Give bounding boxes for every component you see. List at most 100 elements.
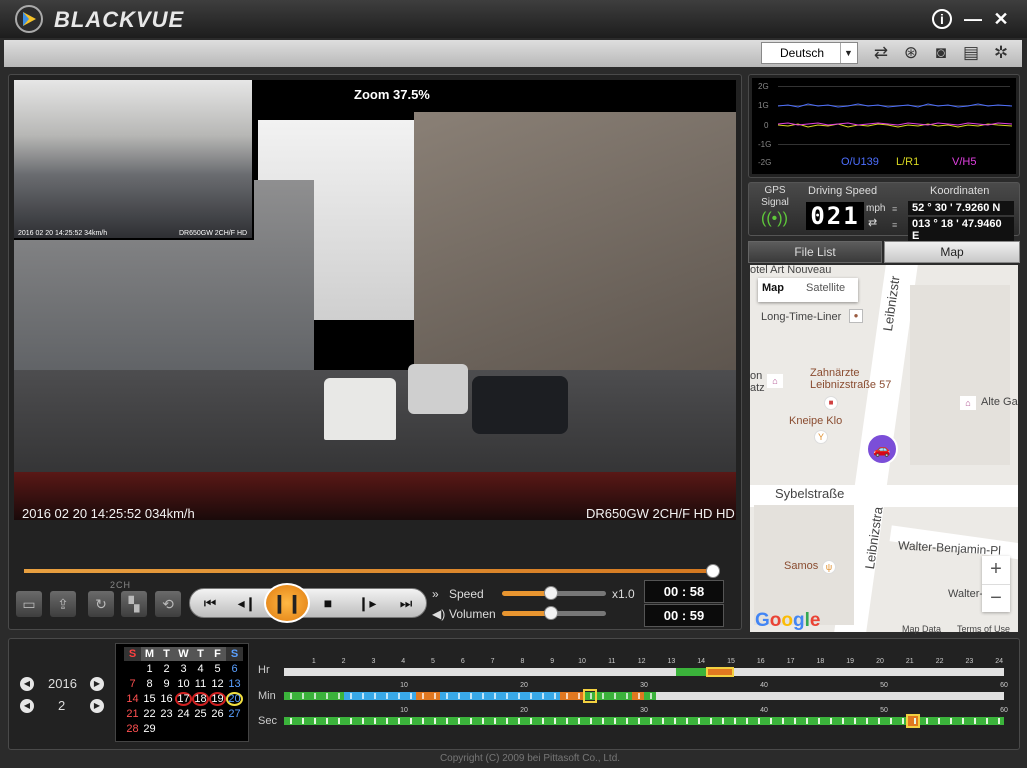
- calendar-day[interactable]: 26: [209, 707, 226, 721]
- hour-recording-segment[interactable]: [676, 668, 706, 676]
- volume-slider-handle[interactable]: [544, 606, 558, 620]
- upload-button[interactable]: ⇪: [50, 591, 76, 617]
- hour-bar[interactable]: [284, 668, 1004, 676]
- unit-swap-icon[interactable]: ⇄: [868, 216, 877, 229]
- rear-camera-pip[interactable]: 2016 02 20 14:25:52 34km/h DR650GW 2CH/F…: [14, 80, 254, 240]
- video-car: [324, 378, 396, 440]
- calendar-day[interactable]: 8: [141, 677, 158, 691]
- calendar-day[interactable]: 24: [175, 707, 192, 721]
- latitude-value: 52 ° 30 ' 7.9260 N: [908, 201, 1014, 215]
- year-prev-button[interactable]: ◀: [20, 677, 34, 691]
- open-folder-button[interactable]: ▭: [16, 591, 42, 617]
- poi-medical-icon[interactable]: ■: [824, 396, 838, 410]
- pause-button[interactable]: ❙❙: [264, 583, 310, 623]
- calendar-day[interactable]: 29: [141, 722, 158, 736]
- calendar-day[interactable]: 14: [124, 692, 141, 706]
- seek-handle[interactable]: [706, 564, 720, 578]
- map-type-map[interactable]: Map: [762, 282, 784, 294]
- minute-tick-mark: [482, 693, 484, 699]
- speed-slider-handle[interactable]: [544, 586, 558, 600]
- minute-segment[interactable]: [344, 692, 416, 700]
- compass-icon[interactable]: ⊛: [899, 42, 923, 64]
- second-tick: 30: [640, 707, 648, 714]
- tab-file-list[interactable]: File List: [748, 241, 882, 263]
- calendar-day[interactable]: 10: [175, 677, 192, 691]
- calendar-day[interactable]: 4: [192, 662, 209, 676]
- google-logo: Google: [755, 610, 821, 631]
- calendar-day[interactable]: 11: [192, 677, 209, 691]
- hour-label: Hr: [258, 664, 270, 676]
- second-tick-mark: [398, 718, 400, 724]
- calendar-header: W: [175, 647, 192, 661]
- skip-previous-button[interactable]: ⏮: [198, 593, 222, 613]
- calendar-day[interactable]: 5: [209, 662, 226, 676]
- settings-icon[interactable]: ✲: [989, 42, 1013, 64]
- calendar-day[interactable]: 20: [226, 692, 243, 706]
- speed-label: Speed: [449, 587, 484, 601]
- second-tick-mark: [590, 718, 592, 724]
- seek-bar[interactable]: [24, 569, 716, 573]
- poi-bar-icon[interactable]: Y: [814, 430, 828, 444]
- month-prev-button[interactable]: ◀: [20, 699, 34, 713]
- map-type-satellite[interactable]: Satellite: [806, 282, 845, 294]
- calendar-day[interactable]: 17: [175, 692, 192, 706]
- calendar-day[interactable]: 28: [124, 722, 141, 736]
- hour-selected-segment[interactable]: [706, 667, 734, 677]
- map-label-samos: Samos: [784, 560, 819, 572]
- calendar-day[interactable]: 15: [141, 692, 158, 706]
- poi-restaurant-icon[interactable]: ψ: [822, 560, 836, 574]
- second-selected-marker[interactable]: [906, 714, 920, 728]
- year-next-button[interactable]: ▶: [90, 677, 104, 691]
- camera-icon[interactable]: ◙: [929, 42, 953, 64]
- calendar-day[interactable]: 22: [141, 707, 158, 721]
- calendar-day[interactable]: 7: [124, 677, 141, 691]
- poi-icon[interactable]: ●: [849, 309, 863, 323]
- tab-map[interactable]: Map: [884, 241, 1020, 263]
- video-player[interactable]: Zoom 37.5% 2016 02 20 14:25:52 34km/h DR…: [14, 80, 736, 520]
- minute-event-segment[interactable]: [416, 692, 440, 700]
- second-bar[interactable]: [284, 717, 1004, 725]
- calendar-day[interactable]: 18: [192, 692, 209, 706]
- refresh-icon[interactable]: ⇄: [869, 42, 893, 64]
- print-icon[interactable]: ▤: [959, 42, 983, 64]
- second-tick: 50: [880, 707, 888, 714]
- longitude-value: 013 ° 18 ' 47.9460 E: [908, 217, 1014, 243]
- calendar-day[interactable]: 27: [226, 707, 243, 721]
- swap-channel-button[interactable]: ▚: [121, 591, 147, 617]
- second-tick-mark: [302, 718, 304, 724]
- step-back-button[interactable]: ◂❙: [235, 593, 259, 613]
- calendar-day[interactable]: 16: [158, 692, 175, 706]
- stop-button[interactable]: ■: [316, 593, 340, 613]
- close-button[interactable]: ✕: [990, 8, 1012, 30]
- zoom-out-button[interactable]: −: [982, 584, 1010, 612]
- calendar-day[interactable]: 2: [158, 662, 175, 676]
- zoom-in-button[interactable]: +: [982, 556, 1010, 584]
- info-button[interactable]: i: [932, 9, 952, 29]
- second-tick-mark: [806, 718, 808, 724]
- calendar-day[interactable]: 19: [209, 692, 226, 706]
- current-time: 00 : 58: [644, 580, 724, 603]
- calendar-day[interactable]: 6: [226, 662, 243, 676]
- minute-event-segment[interactable]: [560, 692, 584, 700]
- second-tick-mark: [494, 718, 496, 724]
- month-next-button[interactable]: ▶: [90, 699, 104, 713]
- skip-next-button[interactable]: ⏭: [394, 593, 418, 613]
- step-forward-button[interactable]: ❙▸: [355, 593, 379, 613]
- calendar-day[interactable]: 21: [124, 707, 141, 721]
- calendar-day[interactable]: 13: [226, 677, 243, 691]
- calendar-day[interactable]: 12: [209, 677, 226, 691]
- calendar-day[interactable]: 1: [141, 662, 158, 676]
- calendar-day[interactable]: 9: [158, 677, 175, 691]
- calendar-day[interactable]: 25: [192, 707, 209, 721]
- map-data-link[interactable]: Map Data: [902, 624, 941, 634]
- poi-hotel-icon[interactable]: ⌂: [767, 374, 783, 388]
- minimize-button[interactable]: —: [962, 8, 984, 30]
- hour-tick: 19: [846, 658, 855, 665]
- terms-link[interactable]: Terms of Use: [957, 624, 1010, 634]
- calendar-day[interactable]: 23: [158, 707, 175, 721]
- flip-button[interactable]: ⟲: [155, 591, 181, 617]
- calendar-day[interactable]: 3: [175, 662, 192, 676]
- poi-hotel-icon[interactable]: ⌂: [960, 396, 976, 410]
- rotate-button[interactable]: ↻: [88, 591, 114, 617]
- chevron-down-icon[interactable]: ▼: [840, 43, 856, 63]
